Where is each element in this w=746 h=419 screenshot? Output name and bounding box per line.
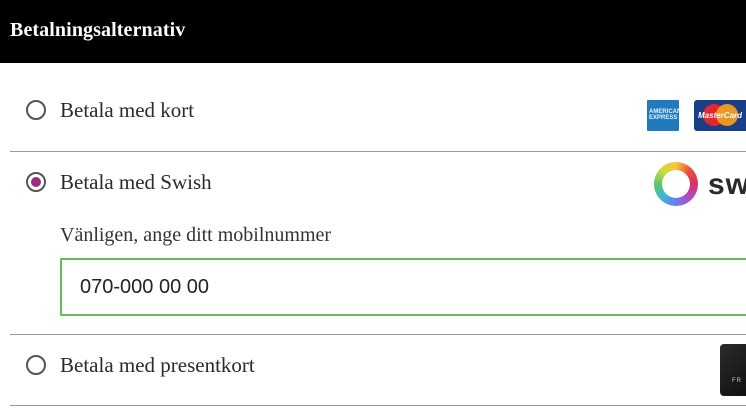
amex-logo: AMERICAN EXPRESS xyxy=(647,100,682,131)
amex-logo-text: AMERICAN EXPRESS xyxy=(649,109,682,121)
mobile-number-label: Vänligen, ange ditt mobilnummer xyxy=(60,224,332,246)
radio-swish[interactable] xyxy=(26,172,46,192)
mobile-number-input[interactable] xyxy=(60,258,746,316)
swish-logo-icon xyxy=(654,162,698,206)
mastercard-logo-text: MasterCard xyxy=(698,111,743,120)
payment-header: Betalningsalternativ xyxy=(0,0,746,63)
page-title: Betalningsalternativ xyxy=(10,19,186,41)
giftcard-text: FR xyxy=(732,378,742,384)
radio-card[interactable] xyxy=(26,100,46,120)
divider xyxy=(10,334,746,335)
divider xyxy=(10,405,746,406)
swish-logo-text: sw xyxy=(708,168,746,201)
mastercard-logo: MasterCard xyxy=(694,100,746,131)
payment-option-card-label[interactable]: Betala med kort xyxy=(60,98,194,123)
radio-giftcard[interactable] xyxy=(26,355,46,375)
divider xyxy=(10,151,746,152)
payment-option-giftcard-label[interactable]: Betala med presentkort xyxy=(60,353,255,378)
giftcard-image: FR xyxy=(720,344,746,396)
payment-option-swish-label[interactable]: Betala med Swish xyxy=(60,170,212,195)
